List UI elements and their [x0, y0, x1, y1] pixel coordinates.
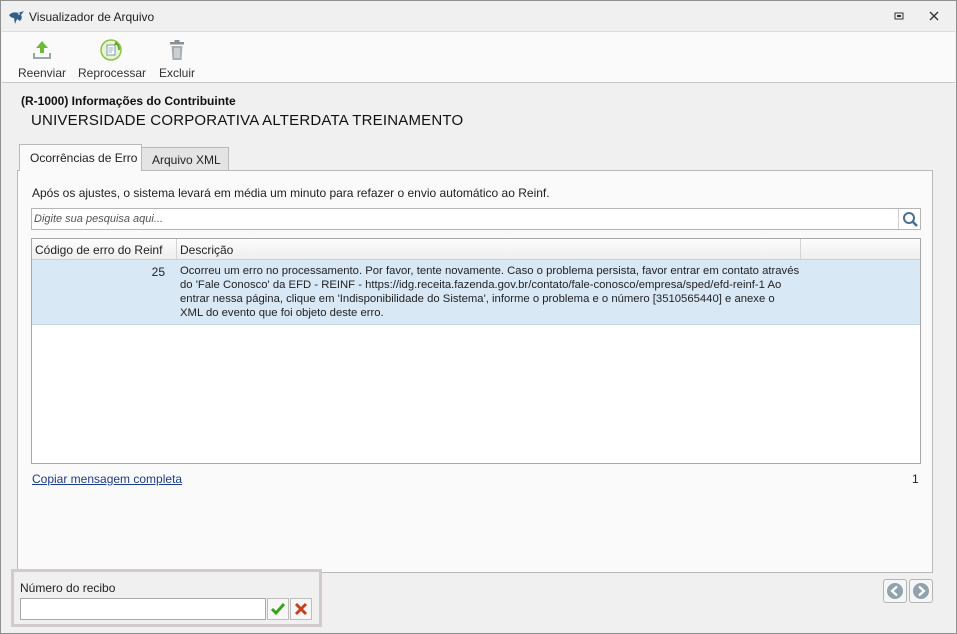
- receipt-number-label: Número do recibo: [20, 581, 116, 595]
- reprocessar-button[interactable]: Reprocessar: [78, 36, 147, 82]
- reprocessar-label: Reprocessar: [78, 66, 147, 80]
- search-button[interactable]: [898, 209, 920, 229]
- file-viewer-window: Visualizador de Arquivo Reenviar Reproce…: [0, 0, 957, 634]
- checkmark-icon: [270, 603, 286, 616]
- upload-icon: [33, 41, 51, 59]
- cancel-receipt-button[interactable]: [290, 598, 312, 620]
- title-bar: Visualizador de Arquivo: [1, 1, 956, 31]
- copy-full-message-link[interactable]: Copiar mensagem completa: [32, 472, 182, 486]
- reenviar-label: Reenviar: [17, 66, 67, 80]
- excluir-label: Excluir: [158, 66, 195, 80]
- errors-tab-panel: Após os ajustes, o sistema levará em méd…: [17, 170, 933, 573]
- close-icon[interactable]: [927, 9, 941, 23]
- bird-logo-icon: [9, 11, 24, 24]
- search-input[interactable]: [32, 209, 898, 229]
- next-button[interactable]: [909, 579, 933, 603]
- cross-icon: [294, 602, 308, 616]
- window-title: Visualizador de Arquivo: [29, 10, 155, 24]
- search-box: [31, 208, 921, 230]
- receipt-number-input[interactable]: [20, 598, 266, 620]
- search-icon: [903, 212, 918, 227]
- trash-icon: [170, 40, 184, 60]
- info-message: Após os ajustes, o sistema levará em méd…: [32, 186, 550, 200]
- record-count: 1: [912, 472, 919, 486]
- contributor-name: UNIVERSIDADE CORPORATIVA ALTERDATA TREIN…: [31, 112, 464, 129]
- arrow-left-icon: [887, 583, 903, 599]
- errors-table: Código de erro do Reinf Descrição 25 Oco…: [31, 238, 921, 464]
- tab-arquivo-xml[interactable]: Arquivo XML: [142, 147, 229, 171]
- table-header: Código de erro do Reinf Descrição: [32, 239, 920, 260]
- column-header-description[interactable]: Descrição: [177, 239, 801, 259]
- error-code-cell: 25: [151, 265, 165, 279]
- reprocess-icon: [100, 39, 122, 61]
- table-row[interactable]: 25 Ocorreu um erro no processamento. Por…: [32, 260, 920, 325]
- confirm-receipt-button[interactable]: [267, 598, 289, 620]
- toolbar: Reenviar Reprocessar Excluir: [2, 31, 955, 83]
- restore-window-icon[interactable]: [892, 9, 906, 23]
- tab-ocorrencias-de-erro[interactable]: Ocorrências de Erro: [19, 144, 142, 171]
- receipt-number-group: Número do recibo: [11, 569, 322, 627]
- error-description-cell: Ocorreu um erro no processamento. Por fa…: [180, 265, 800, 319]
- column-header-extra[interactable]: [801, 239, 920, 259]
- excluir-button[interactable]: Excluir: [156, 36, 198, 82]
- column-header-code[interactable]: Código de erro do Reinf: [32, 239, 177, 259]
- previous-button[interactable]: [883, 579, 907, 603]
- contributor-section-title: (R-1000) Informações do Contribuinte: [21, 94, 236, 108]
- arrow-right-icon: [913, 583, 929, 599]
- reenviar-button[interactable]: Reenviar: [16, 36, 68, 82]
